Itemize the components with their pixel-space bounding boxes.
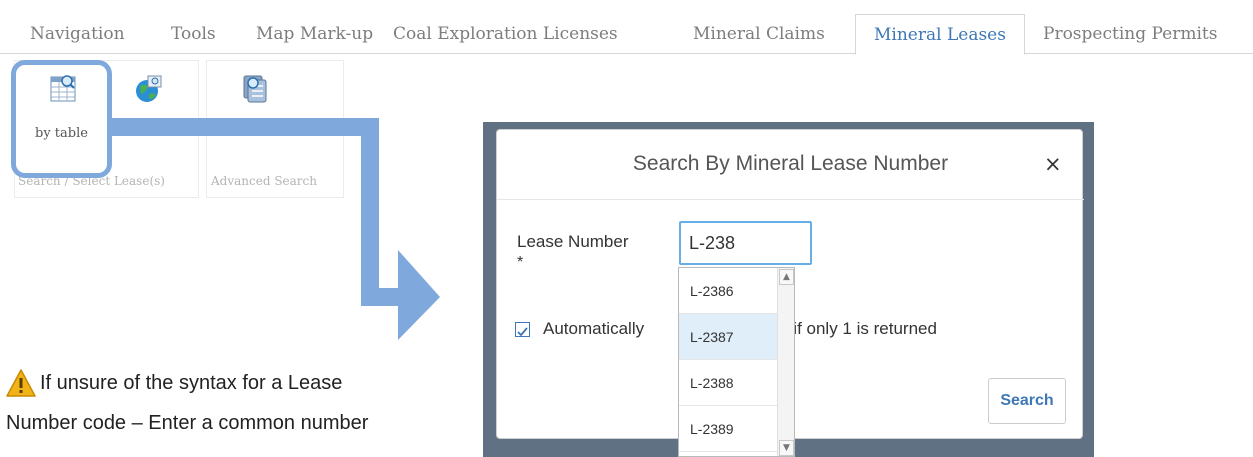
scroll-down-icon[interactable]: ▼ [779,440,794,456]
syntax-note-line-2: Number code – Enter a common number [6,412,369,434]
dropdown-scrollbar[interactable]: ▲ ▼ [777,268,794,456]
lease-number-input[interactable] [679,221,812,265]
lease-suggestions-dropdown: L-2386 L-2387 L-2388 L-2389 ▲ ▼ [678,267,795,457]
search-button[interactable]: Search [988,378,1066,424]
warning-icon [6,369,36,397]
suggestion-item[interactable]: L-2389 [679,406,777,452]
auto-select-checkbox[interactable] [515,322,530,337]
dialog-divider [497,199,1084,200]
suggestion-item[interactable]: L-2388 [679,360,777,406]
suggestion-item-highlighted[interactable]: L-2387 [679,314,777,360]
required-marker: * [517,254,524,271]
suggestion-item[interactable]: L-2386 [679,268,777,314]
dialog-title: Search By Mineral Lease Number [632,152,949,175]
syntax-note-line-1: If unsure of the syntax for a Lease [40,372,343,394]
scroll-up-icon[interactable]: ▲ [779,269,794,285]
checkmark-icon [517,327,528,337]
lease-number-label: Lease Number [517,232,629,251]
close-icon[interactable]: × [1044,152,1062,176]
